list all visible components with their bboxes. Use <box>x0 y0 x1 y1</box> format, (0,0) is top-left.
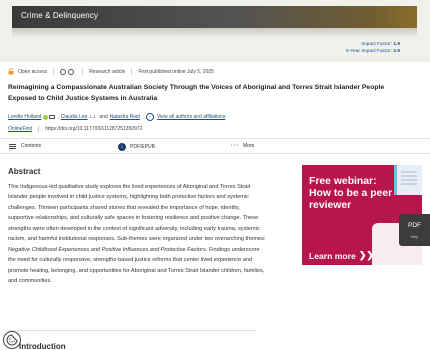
publication-info-row: OnlineFirst https://doi.org/10.1177/0011… <box>8 126 143 132</box>
more-button[interactable]: ··· More <box>231 143 254 149</box>
more-label: More <box>243 143 255 149</box>
pdf-epub-label: PDF/EPUB <box>130 144 156 150</box>
author-conjunction: and <box>99 114 108 120</box>
cookie-icon <box>6 334 18 346</box>
article-meta-row: Open access Research article First publi… <box>8 68 214 75</box>
author-link[interactable]: Natasha Reid <box>110 114 140 120</box>
article-toolbar: Contents ↓ PDF/EPUB ··· More <box>0 138 430 154</box>
arrow-right-icon: ❯❯ <box>358 250 374 260</box>
author-list: Lorelle Holland , Claudia Lee 1–3 and Na… <box>8 113 225 121</box>
abstract-heading: Abstract <box>8 167 41 176</box>
author-affiliation-marker: 1–3 <box>89 115 96 119</box>
creative-commons-icon[interactable] <box>60 68 75 75</box>
contents-label: Contents <box>21 143 42 149</box>
orcid-icon[interactable] <box>43 114 49 120</box>
email-icon[interactable] <box>49 115 56 119</box>
onlinefirst-link[interactable]: OnlineFirst <box>8 126 32 132</box>
article-type: Research article <box>89 68 126 75</box>
pdf-epub-button[interactable]: ↓ PDF/EPUB <box>118 143 155 151</box>
cookie-settings-button[interactable] <box>3 331 21 349</box>
ad-cta-label: Learn more <box>309 250 356 261</box>
introduction-heading: Introduction <box>19 342 66 350</box>
author-link[interactable]: Lorelle Holland <box>8 114 41 120</box>
divider <box>131 68 133 75</box>
ad-document-graphic <box>394 165 422 195</box>
banner-shadow <box>12 28 417 38</box>
abstract-text: This Indigenous-led qualitative study ex… <box>8 182 266 287</box>
published-date: First published online July 5, 2025 <box>138 68 214 75</box>
abstract-text-italic: Negative Childhood Experiences and Posit… <box>8 246 206 253</box>
divider <box>82 68 84 75</box>
open-access-label: Open access <box>18 68 48 75</box>
five-year-impact-value: 2.9 <box>393 49 400 54</box>
open-access-icon <box>8 68 14 75</box>
view-all-authors-link[interactable]: View all authors and affiliations <box>157 114 225 120</box>
menu-icon <box>9 143 16 149</box>
impact-factor-value: 1.9 <box>393 42 400 47</box>
article-title: Reimagining a Compassionate Australian S… <box>8 84 385 102</box>
impact-factor-label[interactable]: Impact Factor: <box>361 42 392 47</box>
section-divider <box>8 330 256 331</box>
impact-factor-block: Impact Factor: 1.9 5-Year Impact Factor:… <box>346 41 400 55</box>
download-icon: ↓ <box>118 143 126 151</box>
ad-learn-more-link[interactable]: Learn more ❯❯ <box>309 250 374 261</box>
floating-pdf-label: PDF <box>408 221 421 229</box>
journal-title-bar[interactable]: Crime & Delinquency <box>12 6 417 28</box>
author-separator: , <box>57 114 59 120</box>
doi-link[interactable]: https://doi.org/10.1177/0011128725135097… <box>45 126 142 132</box>
author-link[interactable]: Claudia Lee <box>61 114 88 120</box>
abstract-text-part1: This Indigenous-led qualitative study ex… <box>8 184 266 243</box>
ad-headline: Free webinar: How to be a peer reviewer <box>309 176 393 211</box>
help-label[interactable]: Help <box>411 235 418 239</box>
journal-name[interactable]: Crime & Delinquency <box>21 11 98 20</box>
five-year-impact-label[interactable]: 5-Year Impact Factor: <box>346 49 392 54</box>
divider <box>53 68 55 75</box>
view-authors-icon[interactable]: › <box>145 113 154 121</box>
divider <box>38 126 40 132</box>
contents-button[interactable]: Contents <box>9 143 41 149</box>
journal-banner: Crime & Delinquency Impact Factor: 1.9 5… <box>0 0 430 62</box>
floating-pdf-button[interactable]: PDF Help <box>399 214 430 246</box>
more-dots-icon: ··· <box>231 143 239 149</box>
